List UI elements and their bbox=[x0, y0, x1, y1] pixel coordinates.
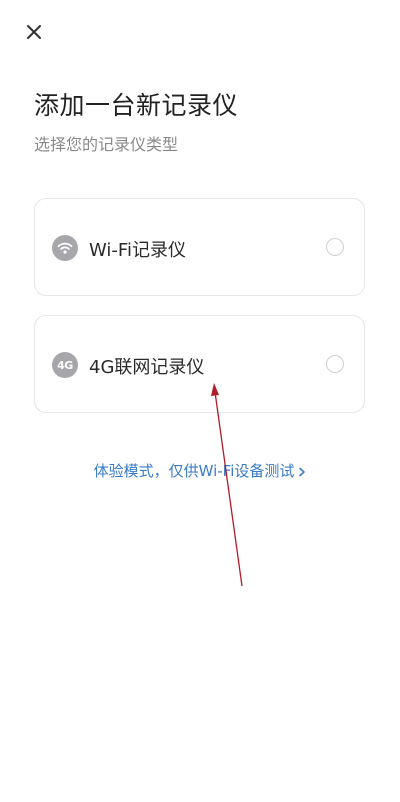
4g-icon-text: 4G bbox=[57, 358, 73, 372]
radio-wifi[interactable] bbox=[326, 238, 344, 256]
close-icon bbox=[27, 25, 41, 39]
demo-mode-link[interactable]: 体验模式，仅供Wi-Fi设备测试 bbox=[0, 460, 400, 481]
chevron-right-icon bbox=[298, 463, 306, 481]
wifi-icon bbox=[52, 235, 78, 261]
4g-icon: 4G bbox=[52, 352, 78, 378]
demo-mode-label: 体验模式，仅供Wi-Fi设备测试 bbox=[93, 462, 295, 480]
option-card-wifi[interactable]: Wi-Fi记录仪 bbox=[34, 198, 365, 296]
close-button[interactable] bbox=[20, 18, 48, 46]
page-subtitle: 选择您的记录仪类型 bbox=[34, 135, 179, 154]
option-label-4g: 4G联网记录仪 bbox=[89, 357, 205, 378]
radio-4g[interactable] bbox=[326, 355, 344, 373]
page-title: 添加一台新记录仪 bbox=[34, 91, 239, 120]
option-card-4g[interactable]: 4G 4G联网记录仪 bbox=[34, 315, 365, 413]
option-label-wifi: Wi-Fi记录仪 bbox=[89, 240, 186, 261]
add-recorder-page: 添加一台新记录仪 选择您的记录仪类型 Wi-Fi记录仪 4G 4G联网记录仪 体… bbox=[0, 0, 400, 802]
